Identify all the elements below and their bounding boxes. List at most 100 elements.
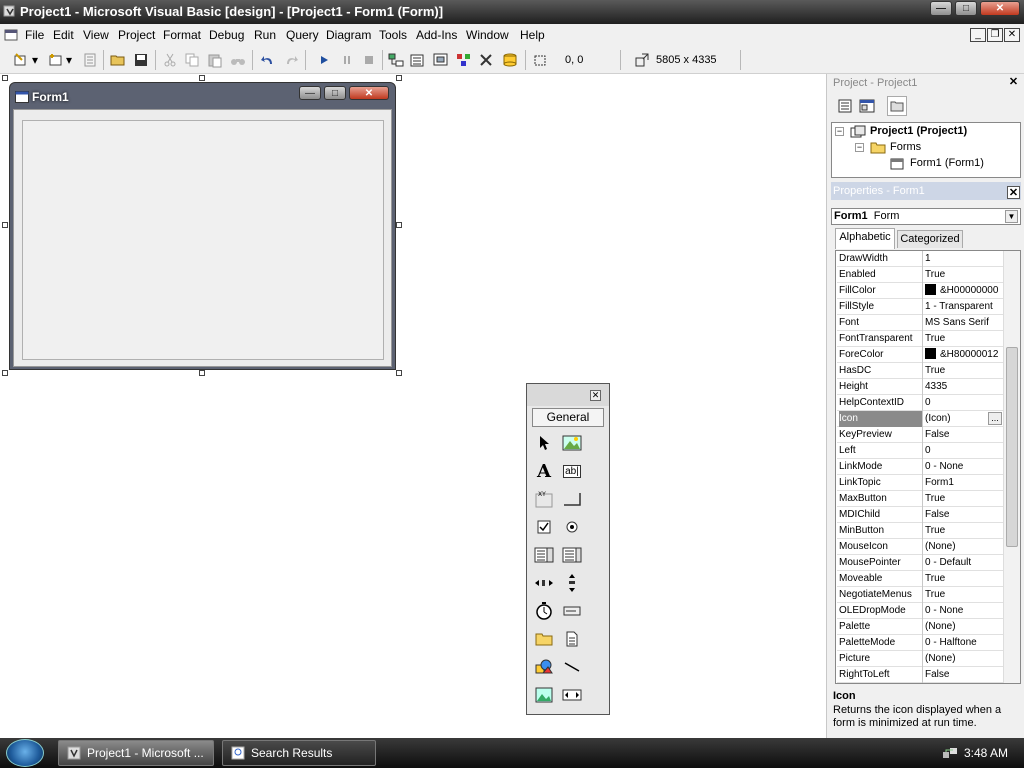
checkbox-tool-icon[interactable] [533,516,555,538]
menu-tools[interactable]: Tools [379,28,407,42]
property-value[interactable]: (None) [925,619,1003,634]
tree-form1-item[interactable]: Form1 (Form1) [910,157,984,169]
properties-window-icon[interactable] [408,50,428,70]
property-value[interactable]: 4335 [925,379,1003,394]
menu-help[interactable]: Help [520,28,545,42]
property-row[interactable]: MaxButton True [837,491,1003,507]
resize-handle[interactable] [2,222,8,228]
object-browser-icon[interactable] [454,50,474,70]
optionbutton-tool-icon[interactable] [561,516,583,538]
property-value[interactable]: &H00000000 [925,283,1003,298]
property-row[interactable]: MinButton True [837,523,1003,539]
data-view-icon[interactable] [500,50,520,70]
property-value[interactable]: True [925,491,1003,506]
collapse-icon[interactable]: − [855,143,864,152]
tab-alphabetic[interactable]: Alphabetic [835,228,895,249]
resize-handle[interactable] [396,75,402,81]
scrollbar-thumb[interactable] [1006,347,1018,547]
property-value[interactable]: 0 - None [925,459,1003,474]
property-row[interactable]: Font MS Sans Serif [837,315,1003,331]
tree-project-root[interactable]: Project1 (Project1) [870,125,967,137]
property-row[interactable]: MDIChild False [837,507,1003,523]
property-row[interactable]: Left 0 [837,443,1003,459]
cut-icon[interactable] [160,50,180,70]
property-row[interactable]: LinkMode 0 - None [837,459,1003,475]
mdi-close-button[interactable]: ✕ [1004,28,1020,42]
tree-forms-folder[interactable]: Forms [890,141,921,153]
menu-format[interactable]: Format [163,28,201,42]
mdi-restore-button[interactable]: ❐ [987,28,1003,42]
menu-add-ins[interactable]: Add-Ins [416,28,457,42]
tab-categorized[interactable]: Categorized [897,230,963,248]
property-row[interactable]: Palette (None) [837,619,1003,635]
close-icon[interactable]: ✕ [1007,76,1020,89]
close-button[interactable]: ✕ [980,1,1020,16]
label-tool-icon[interactable]: A [533,460,555,482]
property-value[interactable]: 0 - Halftone [925,635,1003,650]
form-designer-window[interactable]: Form1 — □ ✕ [9,82,396,370]
dirlistbox-tool-icon[interactable] [533,628,555,650]
picturebox-tool-icon[interactable] [561,432,583,454]
property-row[interactable]: Icon (Icon)... [837,411,1003,427]
property-row[interactable]: KeyPreview False [837,427,1003,443]
property-row[interactable]: RightToLeft False [837,667,1003,683]
project-tree[interactable]: − Project1 (Project1) − Forms Form1 (For… [831,122,1021,178]
property-value[interactable]: True [925,523,1003,538]
property-value[interactable]: False [925,667,1003,682]
toggle-folders-icon[interactable] [887,96,907,116]
add-project-icon[interactable] [12,50,32,70]
menu-project[interactable]: Project [118,28,155,42]
view-code-icon[interactable] [835,96,855,116]
property-row[interactable]: ForeColor &H80000012 [837,347,1003,363]
start-button[interactable] [6,739,44,767]
hscrollbar-tool-icon[interactable] [533,572,555,594]
drivelistbox-tool-icon[interactable] [561,600,583,622]
maximize-button[interactable]: □ [955,1,977,16]
property-row[interactable]: FontTransparent True [837,331,1003,347]
property-value[interactable]: False [925,507,1003,522]
menu-window[interactable]: Window [466,28,509,42]
menu-file[interactable]: File [25,28,44,42]
property-row[interactable]: DrawWidth 1 [837,251,1003,267]
resize-handle[interactable] [2,370,8,376]
listbox-tool-icon[interactable] [561,544,583,566]
property-value[interactable]: False [925,427,1003,442]
minimize-button[interactable]: — [930,1,952,16]
property-row[interactable]: HasDC True [837,363,1003,379]
form-minimize-button[interactable]: — [299,86,321,100]
taskbar-item-vb[interactable]: Project1 - Microsoft ... [58,740,214,766]
mdi-minimize-button[interactable]: _ [970,28,986,42]
project-explorer-icon[interactable] [386,50,406,70]
textbox-tool-icon[interactable]: ab| [561,460,583,482]
toolbox-tab-general[interactable]: General [532,408,604,427]
timer-tool-icon[interactable] [533,600,555,622]
resize-handle[interactable] [396,222,402,228]
pointer-tool-icon[interactable] [533,432,555,454]
property-value[interactable]: True [925,571,1003,586]
resize-handle[interactable] [199,75,205,81]
property-row[interactable]: FillColor &H00000000 [837,283,1003,299]
ellipsis-button[interactable]: ... [988,412,1002,425]
data-tool-icon[interactable] [561,684,583,706]
menu-editor-icon[interactable] [80,50,100,70]
combobox-tool-icon[interactable] [533,544,555,566]
form-layout-icon[interactable] [431,50,451,70]
property-value[interactable]: True [925,587,1003,602]
form-canvas[interactable] [22,120,384,360]
copy-icon[interactable] [182,50,202,70]
property-grid[interactable]: DrawWidth 1 Enabled True FillColor &H00000000… [835,250,1021,684]
property-value[interactable]: 1 [925,251,1003,266]
property-row[interactable]: NegotiateMenus True [837,587,1003,603]
property-row[interactable]: HelpContextID 0 [837,395,1003,411]
view-object-icon[interactable] [857,96,877,116]
line-tool-icon[interactable] [561,656,583,678]
chevron-down-icon[interactable]: ▼ [1005,210,1018,223]
property-value[interactable]: 0 - Default [925,555,1003,570]
menu-query[interactable]: Query [286,28,319,42]
form-client-area[interactable] [13,109,392,367]
form-maximize-button[interactable]: □ [324,86,346,100]
property-row[interactable]: MousePointer 0 - Default [837,555,1003,571]
network-icon[interactable] [942,746,958,760]
property-value[interactable]: 0 - None [925,603,1003,618]
add-form-icon[interactable] [46,50,66,70]
